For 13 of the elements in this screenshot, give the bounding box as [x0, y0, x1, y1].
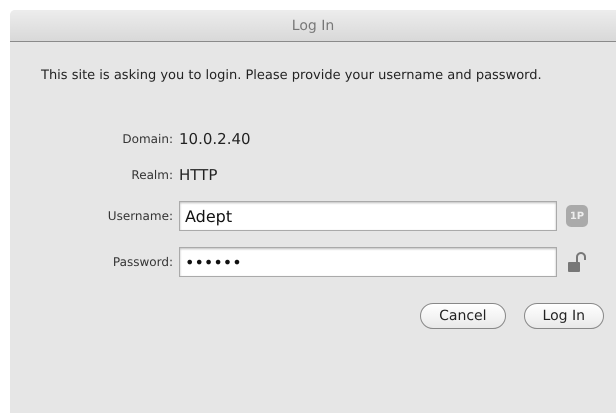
info-label: Domain: [122, 131, 174, 148]
input-field[interactable]: Adept [179, 201, 557, 231]
field-label: Username: [108, 208, 174, 225]
window-title: Log In [292, 18, 334, 34]
info-label: Realm: [131, 167, 174, 184]
message-text: This site is asking you to login. Please provide your username and password. [41, 67, 543, 85]
dialog-button[interactable]: Cancel [420, 303, 506, 329]
info-value: 10.0.2.40 [179, 130, 252, 148]
padlock-icon [568, 251, 586, 273]
dialog-button[interactable]: Log In [524, 303, 604, 329]
info-value: HTTP [179, 166, 218, 184]
field-label: Password: [112, 254, 174, 271]
input-field[interactable]: •••••• [179, 247, 557, 277]
